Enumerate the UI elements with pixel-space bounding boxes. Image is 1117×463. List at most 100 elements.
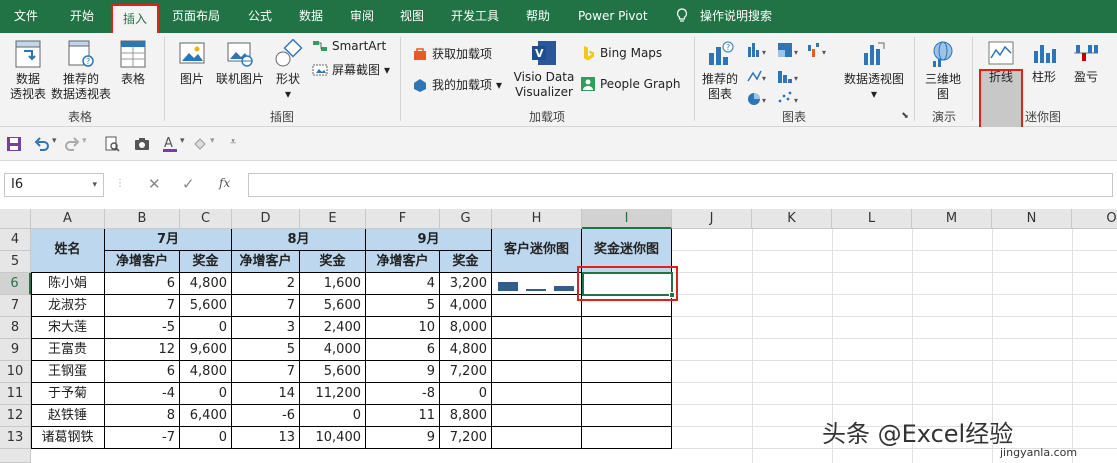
cell-bonus-sparkline[interactable] bbox=[582, 361, 672, 383]
column-header-d[interactable]: D bbox=[232, 209, 300, 229]
tab-page-layout[interactable]: 页面布局 bbox=[172, 0, 220, 33]
cell-name[interactable]: 王钢蛋 bbox=[31, 361, 105, 383]
cell-name[interactable]: 陈小娟 bbox=[31, 273, 105, 295]
cell-value[interactable]: 0 bbox=[180, 383, 232, 405]
cell-value[interactable]: 9 bbox=[366, 361, 440, 383]
cell-customer-sparkline[interactable] bbox=[492, 339, 582, 361]
bing-maps-button[interactable]: Bing Maps bbox=[580, 45, 662, 61]
tab-insert[interactable]: 插入 bbox=[111, 4, 159, 33]
cell-value[interactable]: 7,200 bbox=[440, 361, 492, 383]
cell-value[interactable]: 5,600 bbox=[300, 295, 366, 317]
column-header-i[interactable]: I bbox=[582, 209, 672, 229]
recommended-pivot-button[interactable]: ? 推荐的 数据透视表 bbox=[50, 39, 112, 102]
cell-customer-sparkline[interactable] bbox=[492, 405, 582, 427]
cell-value[interactable]: 9,600 bbox=[180, 339, 232, 361]
cell-customer-sparkline[interactable] bbox=[492, 361, 582, 383]
cell-name[interactable]: 宋大莲 bbox=[31, 317, 105, 339]
cell-value[interactable]: 4 bbox=[366, 273, 440, 295]
tab-review[interactable]: 审阅 bbox=[350, 0, 374, 33]
line-chart-icon[interactable]: ▾ bbox=[747, 70, 766, 83]
statistic-chart-icon[interactable]: ▾ bbox=[778, 71, 798, 83]
line-sparkline-button[interactable]: 折线 bbox=[981, 39, 1021, 85]
header-net-customers-9[interactable]: 净增客户 bbox=[366, 251, 440, 273]
cell-value[interactable]: 7,200 bbox=[440, 427, 492, 449]
header-name[interactable]: 姓名 bbox=[31, 229, 105, 273]
header-bonus-9[interactable]: 奖金 bbox=[440, 251, 492, 273]
row-header-6[interactable]: 6 bbox=[0, 273, 31, 295]
column-header-n[interactable]: N bbox=[992, 209, 1072, 229]
cell-value[interactable]: 5 bbox=[366, 295, 440, 317]
undo-icon[interactable] bbox=[34, 136, 50, 152]
get-addins-button[interactable]: 获取加载项 bbox=[412, 45, 492, 62]
column-header-m[interactable]: M bbox=[912, 209, 992, 229]
header-customer-sparkline[interactable]: 客户迷你图 bbox=[492, 229, 582, 273]
cell-value[interactable]: 8 bbox=[105, 405, 180, 427]
row-header-4[interactable]: 4 bbox=[0, 229, 31, 251]
cell-value[interactable]: 7 bbox=[232, 361, 300, 383]
hierarchy-chart-icon[interactable]: ▾ bbox=[778, 43, 798, 57]
column-sparkline-button[interactable]: 柱形 bbox=[1026, 39, 1062, 85]
my-addins-button[interactable]: 我的加载项 ▾ bbox=[412, 76, 502, 93]
waterfall-chart-icon[interactable]: ▾ bbox=[808, 43, 826, 57]
cell-value[interactable]: 10,400 bbox=[300, 427, 366, 449]
row-header-7[interactable]: 7 bbox=[0, 295, 31, 317]
camera-icon[interactable] bbox=[134, 137, 150, 151]
3d-map-button[interactable]: 三维地 图 bbox=[920, 39, 966, 102]
cell-value[interactable]: 2,400 bbox=[300, 317, 366, 339]
cell-name[interactable]: 赵铁锤 bbox=[31, 405, 105, 427]
cell-value[interactable]: 4,800 bbox=[440, 339, 492, 361]
cell-value[interactable]: 3 bbox=[232, 317, 300, 339]
redo-icon[interactable] bbox=[64, 136, 80, 152]
enter-checkmark-icon[interactable]: ✓ bbox=[182, 175, 195, 193]
chart-type-gallery[interactable]: ▾ ▾ ▾ ▾ ▾ ▾ ▾ bbox=[746, 41, 836, 107]
scatter-chart-icon[interactable]: ▾ bbox=[778, 91, 798, 105]
shapes-button[interactable]: 形状 ▾ bbox=[270, 39, 306, 102]
cell-value[interactable]: -6 bbox=[232, 405, 300, 427]
name-box-dropdown-icon[interactable]: ▾ bbox=[92, 174, 97, 196]
cell-value[interactable]: -8 bbox=[366, 383, 440, 405]
column-header-h[interactable]: H bbox=[492, 209, 582, 229]
tab-view[interactable]: 视图 bbox=[400, 0, 424, 33]
cell-customer-sparkline[interactable] bbox=[492, 427, 582, 449]
name-box[interactable]: I6 ▾ bbox=[4, 173, 104, 197]
column-chart-icon[interactable]: ▾ bbox=[748, 43, 766, 57]
cell-bonus-sparkline[interactable] bbox=[582, 317, 672, 339]
pivot-table-button[interactable]: 数据 透视表 bbox=[8, 39, 48, 102]
picture-button[interactable]: 图片 bbox=[176, 39, 208, 87]
tab-data[interactable]: 数据 bbox=[299, 0, 323, 33]
cell-name[interactable]: 王富贵 bbox=[31, 339, 105, 361]
pivot-chart-button[interactable]: 数据透视图 ▾ bbox=[840, 39, 908, 102]
cell-value[interactable]: 2 bbox=[232, 273, 300, 295]
cell-value[interactable]: 0 bbox=[180, 317, 232, 339]
formula-input[interactable] bbox=[248, 173, 1113, 197]
cell-bonus-sparkline[interactable] bbox=[582, 339, 672, 361]
cell-value[interactable]: 14 bbox=[232, 383, 300, 405]
cell-name[interactable]: 诸葛钢铁 bbox=[31, 427, 105, 449]
cell-value[interactable]: -4 bbox=[105, 383, 180, 405]
print-preview-icon[interactable] bbox=[104, 136, 120, 152]
cell-value[interactable]: 4,800 bbox=[180, 361, 232, 383]
cell-value[interactable]: 6 bbox=[105, 273, 180, 295]
cell-value[interactable]: 6 bbox=[105, 361, 180, 383]
cell-value[interactable]: 6,400 bbox=[180, 405, 232, 427]
shape-fill-icon[interactable] bbox=[192, 136, 208, 152]
header-month-8[interactable]: 8月 bbox=[232, 229, 366, 251]
select-all-corner[interactable] bbox=[0, 209, 31, 229]
column-header-a[interactable]: A bbox=[31, 209, 105, 229]
header-bonus-8[interactable]: 奖金 bbox=[300, 251, 366, 273]
header-month-7[interactable]: 7月 bbox=[105, 229, 232, 251]
column-header-l[interactable]: L bbox=[832, 209, 912, 229]
header-net-customers-7[interactable]: 净增客户 bbox=[105, 251, 180, 273]
header-bonus-7[interactable]: 奖金 bbox=[180, 251, 232, 273]
undo-dropdown-icon[interactable]: ▾ bbox=[52, 136, 57, 146]
cell-value[interactable]: 8,000 bbox=[440, 317, 492, 339]
row-header-5[interactable]: 5 bbox=[0, 251, 31, 273]
tab-formulas[interactable]: 公式 bbox=[248, 0, 272, 33]
cell-value[interactable]: 11,200 bbox=[300, 383, 366, 405]
insert-function-icon[interactable]: fx bbox=[219, 176, 230, 190]
save-icon[interactable] bbox=[6, 136, 22, 152]
tab-file[interactable]: 文件 bbox=[14, 0, 38, 33]
cell-value[interactable]: 7 bbox=[232, 295, 300, 317]
cell-value[interactable]: 13 bbox=[232, 427, 300, 449]
people-graph-button[interactable]: People Graph bbox=[580, 76, 681, 92]
